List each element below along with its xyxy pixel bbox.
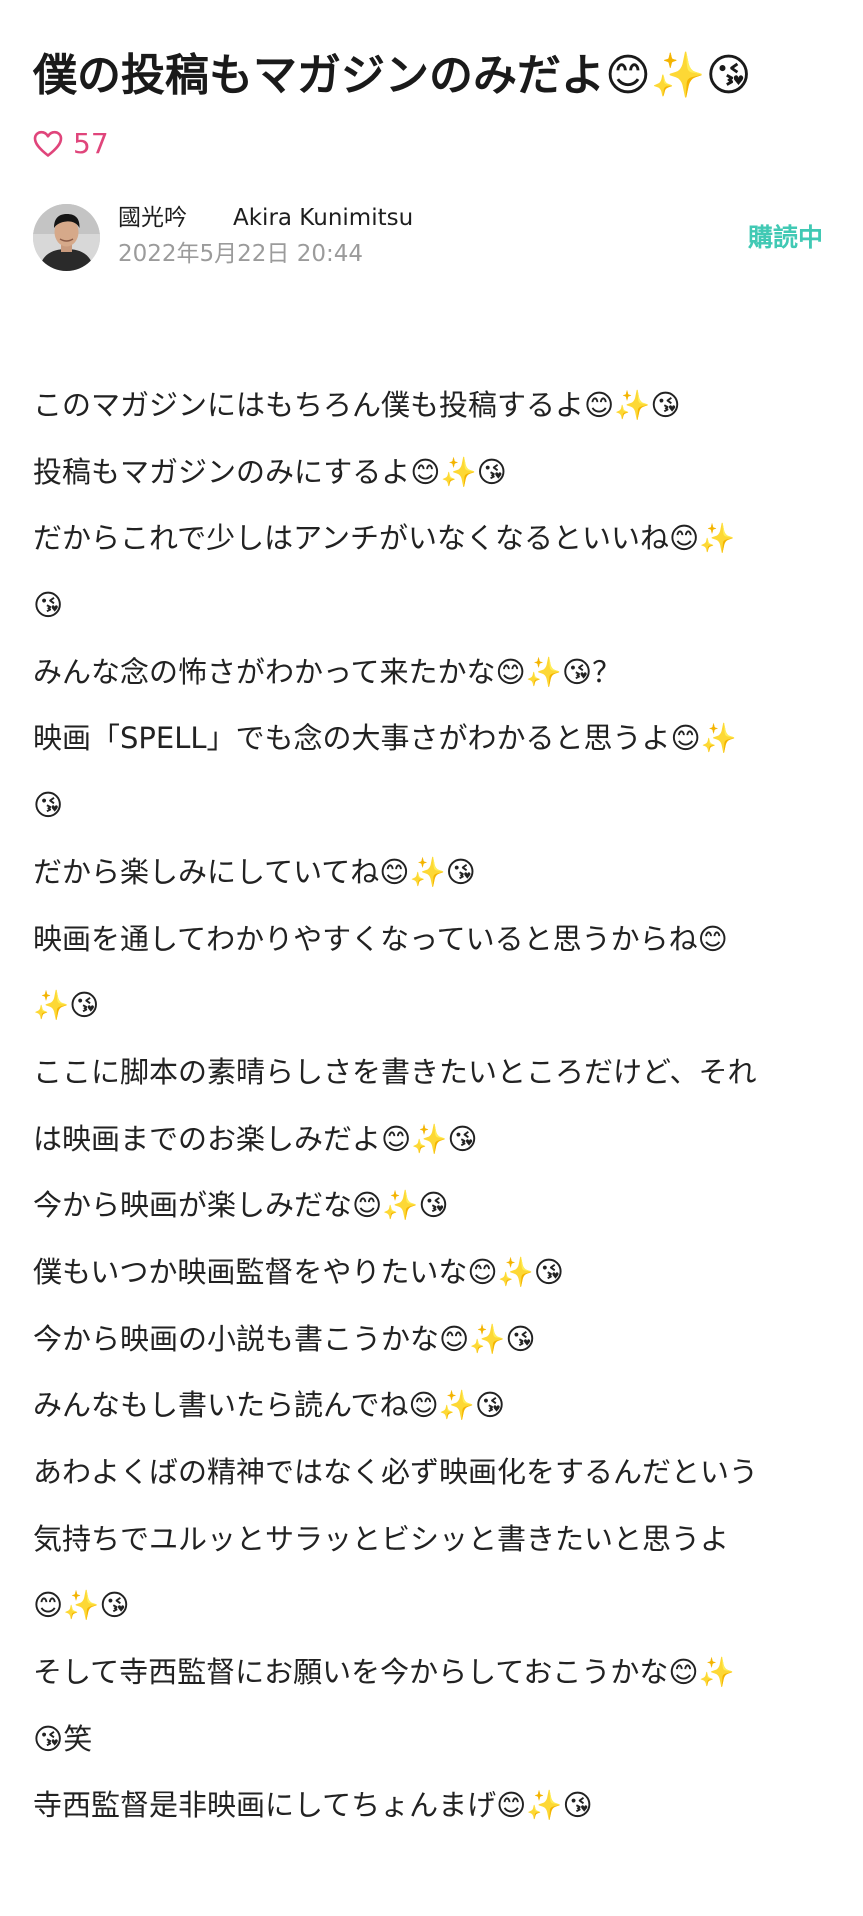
body-text-line: 今から映画の小説も書こうかな😊✨😘 [33,1321,536,1356]
body-text-line: 😊✨😘 [33,1588,130,1623]
body-text-line: このマガジンにはもちろん僕も投稿するよ😊✨😘 [33,388,681,422]
author-name[interactable]: 國光吟 Akira Kunimitsu [118,202,413,234]
body-text-line: あわよくばの精神ではなく必ず映画化をするんだという [33,1455,759,1489]
note-article-page: 僕の投稿もマガジンのみだよ😊✨😘 57 國光吟 Akira Kunimitsu … [0,0,863,1916]
body-text-line: 😘笑 [33,1721,93,1756]
body-text-line: 投稿もマガジンのみにするよ😊✨😘 [33,454,507,489]
body-text-line: 😘 [33,588,64,623]
body-text-line: 映画を通してわかりやすくなっていると思うからね😊 [33,921,728,956]
subscription-status-button[interactable]: 購読中 [748,220,823,256]
body-text-line: 😘 [33,788,64,823]
body-text-line: みんなもし書いたら読んでね😊✨😘 [33,1388,506,1423]
body-text-line: ✨😘 [33,988,100,1023]
body-text-line: そして寺西監督にお願いを今からしておこうかな😊✨ [33,1655,735,1690]
body-text-line: だからこれで少しはアンチがいなくなるといいね😊✨ [33,521,736,556]
author-avatar[interactable] [33,204,100,271]
body-text-line: は映画までのお楽しみだよ😊✨😘 [33,1121,478,1156]
like-button[interactable]: 57 [33,122,109,166]
body-text-line: 気持ちでユルッとサラッとビシッと書きたいと思うよ [33,1521,730,1556]
article-title: 僕の投稿もマガジンのみだよ😊✨😘 [33,50,752,101]
body-text-line: 僕もいつか映画監督をやりたいな😊✨😘 [33,1254,564,1289]
body-text-line: 今から映画が楽しみだな😊✨😘 [33,1188,449,1223]
body-text-line: ここに脚本の素晴らしさを書きたいところだけど、それ [33,1054,757,1089]
body-text-line: みんな念の怖さがわかって来たかな😊✨😘？ [33,654,622,689]
article-body: このマガジンにはもちろん僕も投稿するよ😊✨😘 投稿もマガジンのみにするよ😊✨😘 だか… [33,372,833,1839]
body-text-line: だから楽しみにしていてね😊✨😘 [33,854,476,889]
body-text-line: 映画「SPELL」でも念の大事さがわかると思うよ😊✨ [33,721,737,756]
post-date: 2022年5月22日 20:44 [118,241,364,267]
like-count: 57 [73,127,109,160]
author-block: 國光吟 Akira Kunimitsu 2022年5月22日 20:44 購読中 [33,202,833,272]
heart-outline-icon [33,130,63,158]
body-text-line: 寺西監督是非映画にしてちょんまげ😊✨😘 [33,1788,593,1823]
